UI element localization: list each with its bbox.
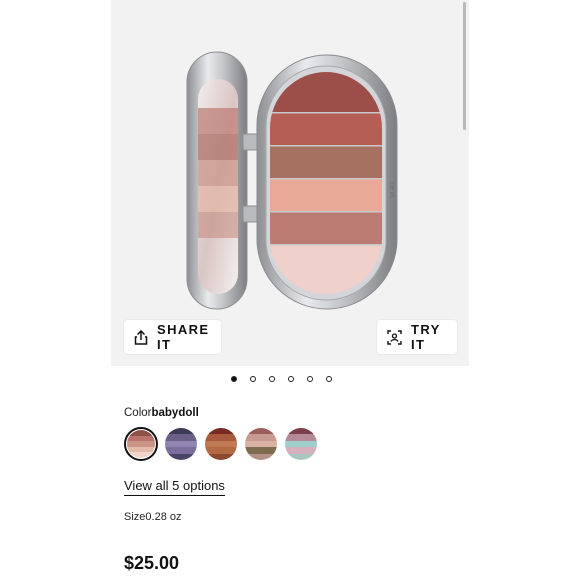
carousel-indicator bbox=[231, 373, 351, 385]
brand-mark: r.e.m. bbox=[388, 182, 395, 200]
product-image-area[interactable]: r.e.m. SHARE IT TRY IT bbox=[111, 0, 469, 366]
size-info: Size0.28 oz bbox=[124, 511, 182, 523]
face-scan-icon bbox=[387, 329, 402, 345]
color-label: Color bbox=[124, 407, 152, 419]
carousel-dot[interactable] bbox=[326, 376, 332, 382]
product-page: r.e.m. SHARE IT TRY IT Colorbabydoll Vie… bbox=[111, 0, 469, 580]
try-label: TRY IT bbox=[411, 322, 441, 352]
carousel-dot[interactable] bbox=[231, 376, 237, 382]
swatch-image bbox=[205, 428, 237, 460]
price: $25.00 bbox=[124, 553, 180, 573]
color-swatch-option-2[interactable] bbox=[164, 427, 198, 461]
letterbox-right bbox=[469, 0, 580, 580]
color-value: babydoll bbox=[151, 407, 199, 419]
letterbox-left bbox=[0, 0, 111, 580]
color-swatch-babydoll[interactable] bbox=[124, 427, 158, 461]
scrollbar[interactable] bbox=[463, 2, 466, 130]
carousel-dot[interactable] bbox=[288, 376, 294, 382]
swatch-image bbox=[245, 428, 277, 460]
swatch-image bbox=[285, 428, 317, 460]
share-button[interactable]: SHARE IT bbox=[124, 320, 221, 354]
carousel-dot[interactable] bbox=[250, 376, 256, 382]
swatch-image bbox=[127, 430, 155, 458]
product-image: r.e.m. bbox=[186, 51, 398, 310]
carousel-dot[interactable] bbox=[307, 376, 313, 382]
share-label: SHARE IT bbox=[157, 322, 210, 352]
size-label: Size bbox=[124, 511, 146, 523]
color-selection: Colorbabydoll bbox=[124, 407, 199, 419]
try-it-button[interactable]: TRY IT bbox=[377, 320, 457, 354]
view-all-options-link[interactable]: View all 5 options bbox=[124, 478, 225, 496]
color-swatch-option-5[interactable] bbox=[284, 427, 318, 461]
share-icon bbox=[134, 329, 148, 345]
color-swatch-option-4[interactable] bbox=[244, 427, 278, 461]
carousel-dot[interactable] bbox=[269, 376, 275, 382]
swatch-image bbox=[165, 428, 197, 460]
color-swatch-option-3[interactable] bbox=[204, 427, 238, 461]
color-swatches bbox=[124, 427, 318, 463]
size-value: 0.28 oz bbox=[145, 511, 182, 523]
